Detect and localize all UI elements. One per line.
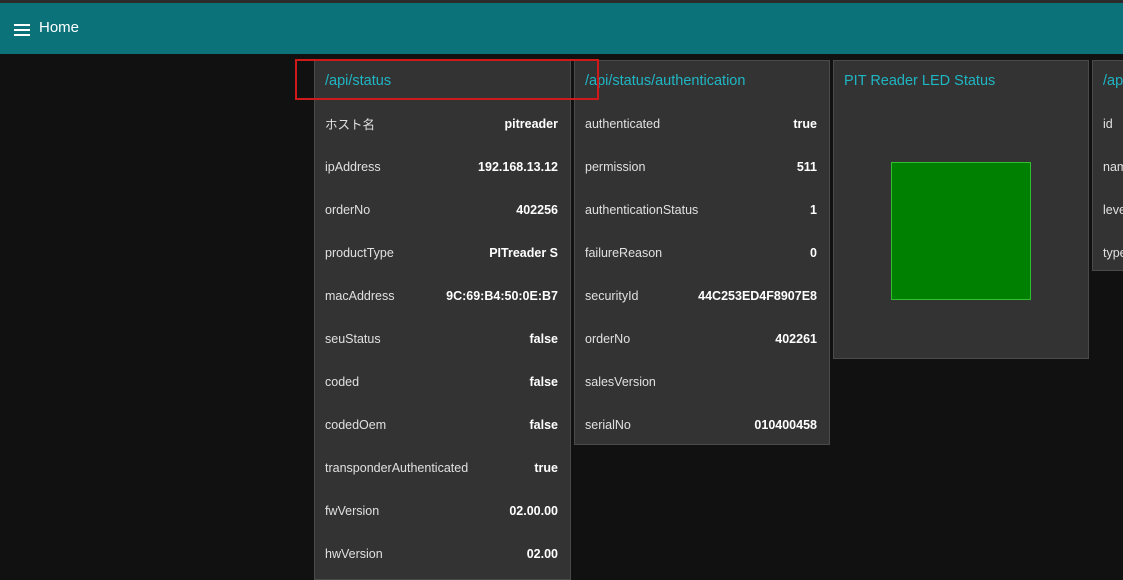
row-value: false [529,375,559,390]
status-row-seustatus: seuStatus false [315,317,570,360]
row-key: authenticated [585,116,661,131]
row-key: salesVersion [585,375,656,390]
row-key: macAddress [325,288,395,303]
auth-row-securityid: securityId 44C253ED4F8907E8 [575,274,829,317]
status-card: /api/status ホスト名 pitreader ipAddress 192… [314,60,571,580]
row-value: 511 [796,159,817,174]
row-key: type [1103,245,1123,260]
status-row-producttype: productType PITreader S [315,231,570,274]
partial-card: /ap id nam leve type [1092,60,1123,271]
auth-row-failurereason: failureReason 0 [575,231,829,274]
row-key: hwVersion [325,547,383,562]
row-key: transponderAuthenticated [325,461,469,476]
authentication-card-title: /api/status/authentication [585,73,746,89]
status-row-orderno: orderNo 402256 [315,188,570,231]
status-card-title: /api/status [325,73,392,89]
row-value: true [534,461,558,476]
row-value: 44C253ED4F8907E8 [698,288,817,303]
led-indicator [891,162,1031,300]
status-row-codedoem: codedOem false [315,404,570,447]
auth-row-salesversion: salesVersion [575,361,829,404]
row-value: pitreader [504,116,559,131]
row-value: false [529,332,559,347]
row-key: fwVersion [325,504,380,519]
page-title: Home [39,19,80,36]
row-value: 402261 [775,332,817,347]
row-value: 02.00.00 [509,504,558,519]
row-key: orderNo [325,202,371,217]
row-key: orderNo [585,332,631,347]
status-row-transponderauthenticated: transponderAuthenticated true [315,447,570,490]
partial-row-type: type [1093,231,1123,270]
row-key: ホスト名 [325,118,376,133]
row-value: 02.00 [526,547,558,562]
row-key: leve [1103,202,1123,217]
row-key: authenticationStatus [585,202,699,217]
auth-row-permission: permission 511 [575,145,829,188]
row-key: permission [585,159,646,174]
row-key: serialNo [585,418,631,433]
status-row-ipaddress: ipAddress 192.168.13.12 [315,145,570,188]
status-row-coded: coded false [315,361,570,404]
row-value: 0 [810,245,817,260]
partial-row-name: nam [1093,145,1123,188]
status-row-hostname: ホスト名 pitreader [315,102,570,145]
hamburger-menu-icon[interactable] [14,24,30,36]
row-key: ipAddress [325,159,381,174]
authentication-card: /api/status/authentication authenticated… [574,60,830,445]
row-value: 9C:69:B4:50:0E:B7 [446,288,558,303]
auth-row-authenticationstatus: authenticationStatus 1 [575,188,829,231]
top-app-bar: Home [0,0,1123,54]
row-key: coded [325,375,360,390]
auth-row-authenticated: authenticated true [575,102,829,145]
row-key: failureReason [585,245,663,260]
row-key: id [1103,116,1113,131]
row-key: nam [1103,159,1123,174]
row-value: 192.168.13.12 [478,159,558,174]
status-row-macaddress: macAddress 9C:69:B4:50:0E:B7 [315,274,570,317]
row-key: codedOem [325,418,387,433]
status-row-hwversion: hwVersion 02.00 [315,533,570,576]
row-value: 1 [810,202,817,217]
row-value: 010400458 [754,418,817,433]
led-status-card: PIT Reader LED Status [833,60,1089,359]
row-key: seuStatus [325,332,381,347]
partial-row-id: id [1093,102,1123,145]
status-row-fwversion: fwVersion 02.00.00 [315,490,570,533]
partial-row-level: leve [1093,188,1123,231]
auth-row-orderno: orderNo 402261 [575,317,829,360]
authentication-card-rows: authenticated true permission 511 authen… [575,102,829,444]
status-card-rows: ホスト名 pitreader ipAddress 192.168.13.12 o… [315,102,570,576]
led-status-card-title: PIT Reader LED Status [844,73,996,89]
row-value: false [529,418,559,433]
partial-card-title: /ap [1103,73,1123,89]
row-value: PITreader S [489,245,558,260]
row-value: 402256 [516,202,558,217]
row-value: true [793,116,817,131]
partial-card-rows: id nam leve type [1093,102,1123,270]
row-key: securityId [585,288,639,303]
row-key: productType [325,245,394,260]
auth-row-serialno: serialNo 010400458 [575,404,829,444]
